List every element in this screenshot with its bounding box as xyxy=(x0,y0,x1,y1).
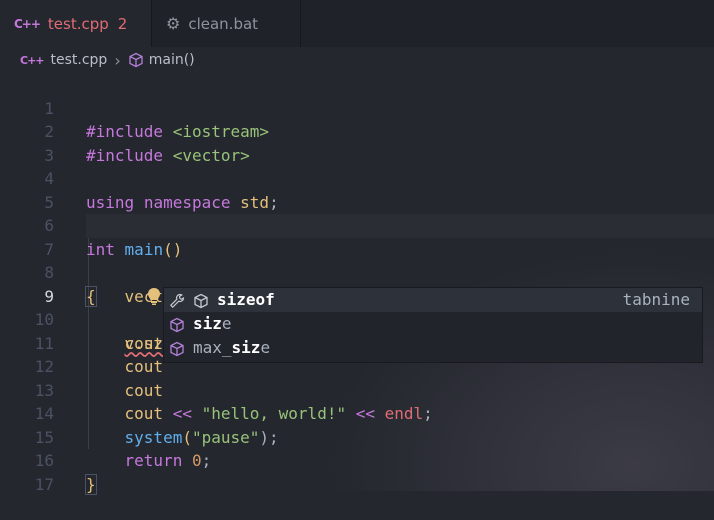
code-line[interactable]: 1 #include <iostream> xyxy=(0,73,714,142)
suggestion-label: max_size xyxy=(193,338,271,357)
code-line[interactable]: 3 xyxy=(0,120,714,165)
code-line[interactable]: 5 xyxy=(0,167,714,212)
scope-highlight xyxy=(86,214,714,238)
breadcrumb: C++ test.cpp › main() xyxy=(20,49,195,71)
breadcrumb-file[interactable]: test.cpp xyxy=(51,52,108,68)
code-line[interactable]: 17 xyxy=(0,449,714,494)
breadcrumb-symbol[interactable]: main() xyxy=(149,52,195,68)
suggestion-label: size xyxy=(193,314,232,333)
code-line[interactable]: 15 return 0; xyxy=(0,402,714,471)
suggestion-item[interactable]: max_size xyxy=(164,336,702,360)
line-number: 17 xyxy=(34,474,54,494)
wrench-icon xyxy=(169,292,185,309)
cube-icon xyxy=(169,316,185,333)
code-line[interactable]: 6 int main() xyxy=(0,191,714,259)
code-line-current[interactable]: 9 v.sz xyxy=(0,261,714,353)
code-line[interactable]: 8 vector<int> v; xyxy=(0,238,714,306)
code-line[interactable]: 14 system("pause"); xyxy=(0,379,714,447)
suggestion-item[interactable]: size xyxy=(164,312,702,336)
gear-icon: ⚙ xyxy=(166,14,181,33)
suggestion-label: sizeof xyxy=(217,290,275,309)
autocomplete-widget: sizeof tabnine size max_size xyxy=(163,287,703,363)
code-line[interactable]: 4 using namespace std; xyxy=(0,144,714,212)
cube-icon xyxy=(193,292,209,309)
tab-clean-bat[interactable]: ⚙ clean.bat xyxy=(152,0,301,47)
cpp-file-icon: C++ xyxy=(14,16,41,31)
suggestion-item[interactable]: sizeof tabnine xyxy=(164,288,702,312)
cpp-file-icon: C++ xyxy=(20,53,44,67)
tab-bar: C++ test.cpp 2 ⚙ clean.bat xyxy=(0,0,714,47)
chevron-right-icon: › xyxy=(114,50,121,70)
tab-label: test.cpp xyxy=(47,14,109,33)
cube-icon xyxy=(128,52,144,68)
code-line[interactable]: 7 { xyxy=(0,214,714,307)
cube-icon xyxy=(169,340,185,357)
tab-test-cpp[interactable]: C++ test.cpp 2 xyxy=(0,0,152,47)
code-line[interactable]: 16 } xyxy=(0,426,714,495)
problem-count-badge: 2 xyxy=(117,14,128,33)
code-line[interactable]: 2 #include <vector> xyxy=(0,97,714,165)
tab-label: clean.bat xyxy=(188,14,259,33)
suggestion-source: tabnine xyxy=(622,290,690,309)
lightbulb-icon[interactable] xyxy=(88,263,160,305)
